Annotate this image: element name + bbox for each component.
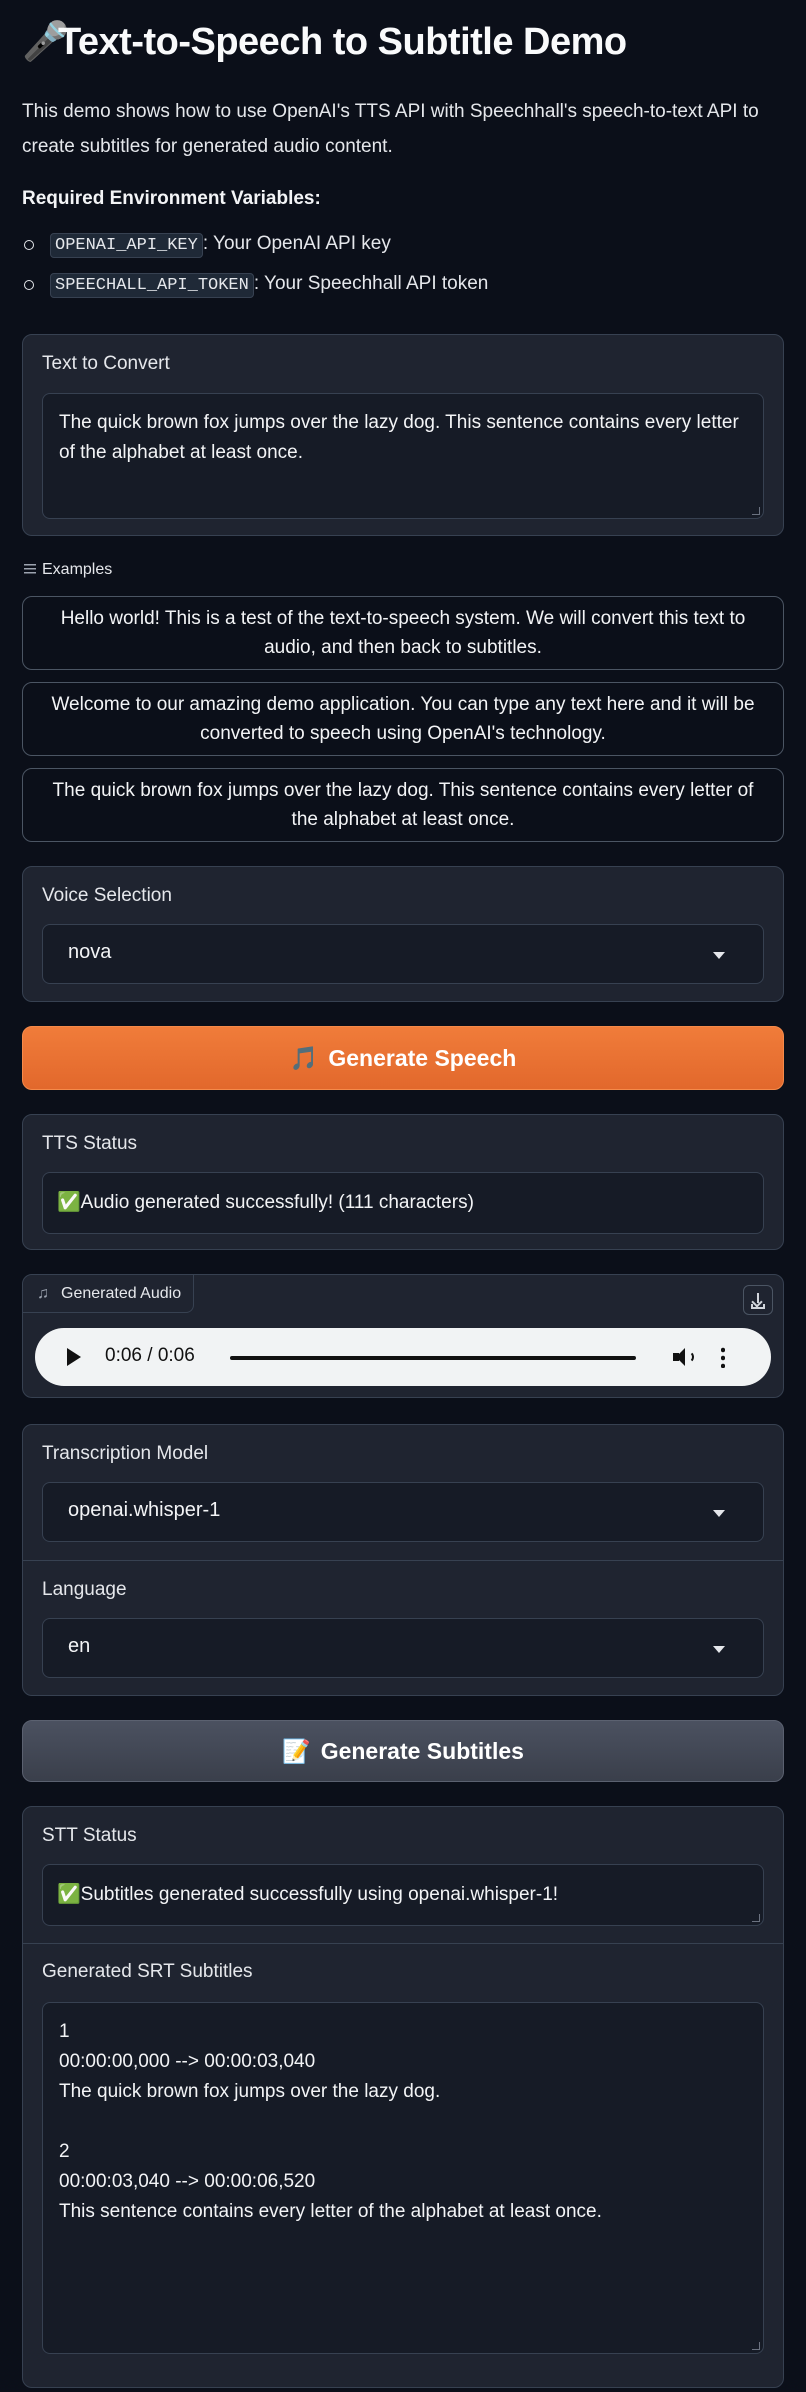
title-text: Text-to-Speech to Subtitle Demo	[58, 21, 627, 63]
voice-panel: Voice Selection nova	[22, 866, 784, 1002]
stt-settings-panel: Transcription Model openai.whisper-1 Lan…	[22, 1424, 784, 1696]
microphone-icon: 🎤	[22, 21, 69, 63]
srt-label: Generated SRT Subtitles	[42, 1961, 253, 1982]
chevron-down-icon	[713, 1510, 725, 1517]
check-icon: ✅	[57, 1884, 81, 1905]
page: 🎤Text-to-Speech to Subtitle Demo This de…	[0, 0, 806, 2392]
generate-subtitles-label: Generate Subtitles	[320, 1737, 524, 1764]
transcription-select[interactable]: openai.whisper-1	[42, 1482, 764, 1542]
example-item[interactable]: Hello world! This is a test of the text-…	[22, 596, 784, 670]
transcription-value: openai.whisper-1	[68, 1499, 221, 1521]
language-select[interactable]: en	[42, 1618, 764, 1678]
language-label: Language	[42, 1579, 127, 1600]
env-var-list: OPENAI_API_KEY: Your OpenAI API key SPEE…	[22, 226, 488, 306]
intro-text: This demo shows how to use OpenAI's TTS …	[22, 101, 759, 157]
audio-label-tab: ♫ Generated Audio	[23, 1275, 195, 1313]
language-value: en	[68, 1635, 91, 1657]
memo-icon: 📝	[282, 1737, 311, 1764]
download-icon	[757, 1293, 759, 1303]
voice-value: nova	[68, 941, 112, 963]
resize-handle-icon[interactable]	[752, 1914, 760, 1922]
env-var-desc: : Your Speechhall API token	[253, 273, 489, 294]
transcription-label: Transcription Model	[42, 1443, 209, 1464]
play-icon[interactable]	[67, 1348, 81, 1366]
srt-textarea[interactable]: 1 00:00:00,000 --> 00:00:03,040 The quic…	[42, 2002, 764, 2354]
audio-label: Generated Audio	[61, 1285, 182, 1302]
page-title: 🎤Text-to-Speech to Subtitle Demo	[22, 20, 627, 64]
env-var-item: OPENAI_API_KEY: Your OpenAI API key	[22, 226, 488, 266]
env-heading: Required Environment Variables:	[22, 188, 321, 209]
examples-header: Examples	[24, 561, 112, 579]
divider	[23, 1560, 783, 1561]
stt-status-field: ✅Subtitles generated successfully using …	[42, 1864, 764, 1926]
example-item[interactable]: Welcome to our amazing demo application.…	[22, 682, 784, 756]
env-var-item: SPEECHALL_API_TOKEN: Your Speechhall API…	[22, 266, 488, 306]
list-icon	[24, 563, 36, 575]
examples-label: Examples	[42, 561, 113, 578]
audio-player: 0:06 / 0:06	[35, 1328, 771, 1386]
more-options-icon[interactable]	[721, 1346, 725, 1368]
text-input-value: The quick brown fox jumps over the lazy …	[59, 412, 739, 463]
resize-handle-icon[interactable]	[752, 2342, 760, 2350]
music-note-icon: ♫	[37, 1285, 49, 1302]
stt-status-text: ✅Subtitles generated successfully using …	[57, 1880, 747, 1910]
tts-status-field: ✅Audio generated successfully! (111 char…	[42, 1172, 764, 1234]
stt-status-label: STT Status	[42, 1825, 137, 1846]
example-item[interactable]: The quick brown fox jumps over the lazy …	[22, 768, 784, 842]
tts-status-value: Audio generated successfully! (111 chara…	[80, 1192, 474, 1213]
tts-status-panel: TTS Status ✅Audio generated successfully…	[22, 1114, 784, 1250]
tts-status-label: TTS Status	[42, 1133, 138, 1154]
text-input-panel: Text to Convert The quick brown fox jump…	[22, 334, 784, 536]
chevron-down-icon	[713, 952, 725, 959]
tts-status-text: ✅Audio generated successfully! (111 char…	[57, 1188, 747, 1218]
generate-speech-button[interactable]: 🎵 Generate Speech	[22, 1026, 784, 1090]
env-var-desc: : Your OpenAI API key	[202, 233, 391, 254]
text-input-label: Text to Convert	[42, 353, 170, 374]
audio-panel: ♫ Generated Audio 0:06 / 0:06	[22, 1274, 784, 1398]
resize-handle-icon[interactable]	[752, 507, 760, 515]
stt-output-panel: STT Status ✅Subtitles generated successf…	[22, 1806, 784, 2388]
generate-speech-label: Generate Speech	[328, 1044, 517, 1071]
voice-label: Voice Selection	[42, 885, 172, 906]
env-var-code: OPENAI_API_KEY	[50, 233, 203, 258]
audio-time: 0:06 / 0:06	[105, 1345, 195, 1366]
generate-subtitles-button[interactable]: 📝 Generate Subtitles	[22, 1720, 784, 1782]
stt-status-value: Subtitles generated successfully using o…	[80, 1884, 559, 1905]
voice-select[interactable]: nova	[42, 924, 764, 984]
audio-progress-bar[interactable]	[230, 1356, 636, 1360]
chevron-down-icon	[713, 1646, 725, 1653]
srt-value: 1 00:00:00,000 --> 00:00:03,040 The quic…	[59, 2021, 602, 2222]
check-icon: ✅	[57, 1192, 81, 1213]
volume-icon[interactable]	[673, 1348, 695, 1366]
divider	[23, 1943, 783, 1944]
download-button[interactable]	[743, 1285, 773, 1315]
music-note-icon: 🎵	[289, 1044, 319, 1071]
env-var-code: SPEECHALL_API_TOKEN	[50, 273, 254, 298]
text-input-field[interactable]: The quick brown fox jumps over the lazy …	[42, 393, 764, 519]
